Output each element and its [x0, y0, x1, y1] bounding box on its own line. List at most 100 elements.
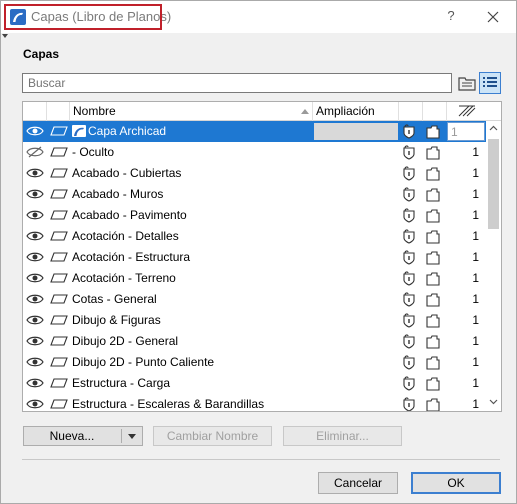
ok-button[interactable]: OK [411, 472, 501, 494]
folder-icon[interactable] [425, 352, 445, 373]
folder-icon[interactable] [425, 247, 445, 268]
table-row[interactable]: Estructura - Escaleras & Barandillas 1 [23, 394, 486, 411]
scroll-thumb[interactable] [488, 139, 499, 229]
pen-number[interactable]: 1 [447, 268, 485, 289]
unlock-icon[interactable] [50, 289, 70, 310]
eye-icon[interactable] [26, 289, 46, 310]
table-row[interactable]: Dibujo 2D - Punto Caliente 1 [23, 352, 486, 373]
ampliacion-cell[interactable] [314, 289, 398, 310]
shield-icon[interactable] [401, 310, 421, 331]
unlock-icon[interactable] [50, 205, 70, 226]
shield-icon[interactable] [401, 373, 421, 394]
eye-icon[interactable] [26, 352, 46, 373]
shield-icon[interactable] [401, 247, 421, 268]
pen-number[interactable]: 1 [447, 226, 485, 247]
delete-button[interactable]: Eliminar... [283, 426, 402, 446]
ampliacion-cell[interactable] [314, 247, 398, 268]
folder-icon[interactable] [425, 184, 445, 205]
ampliacion-cell[interactable] [314, 205, 398, 226]
pen-number[interactable]: 1 [447, 289, 485, 310]
unlock-icon[interactable] [50, 163, 70, 184]
shield-icon[interactable] [401, 226, 421, 247]
pen-number[interactable]: 1 [447, 394, 485, 411]
folder-icon[interactable] [425, 310, 445, 331]
unlock-icon[interactable] [50, 121, 70, 142]
folder-icon[interactable] [425, 121, 445, 142]
cancel-button[interactable]: Cancelar [318, 472, 398, 494]
eye-icon[interactable] [26, 310, 46, 331]
pen-number[interactable]: 1 [447, 184, 485, 205]
folder-icon[interactable] [425, 142, 445, 163]
table-row[interactable]: - Oculto 1 [23, 142, 486, 163]
table-row[interactable]: Dibujo & Figuras 1 [23, 310, 486, 331]
unlock-icon[interactable] [50, 352, 70, 373]
folder-icon[interactable] [425, 373, 445, 394]
ampliacion-cell[interactable] [314, 352, 398, 373]
table-row[interactable]: Acotación - Terreno 1 [23, 268, 486, 289]
ampliacion-cell[interactable] [314, 142, 398, 163]
header-name[interactable]: Nombre [70, 102, 313, 121]
shield-icon[interactable] [401, 121, 421, 142]
header-ampliacion[interactable]: Ampliación [313, 102, 399, 121]
unlock-icon[interactable] [50, 184, 70, 205]
folder-icon[interactable] [425, 331, 445, 352]
header-hatch[interactable] [447, 102, 487, 121]
ampliacion-cell[interactable] [314, 373, 398, 394]
unlock-icon[interactable] [50, 373, 70, 394]
table-row[interactable]: Acabado - Cubiertas 1 [23, 163, 486, 184]
scroll-down-icon[interactable] [489, 397, 498, 406]
unlock-icon[interactable] [50, 268, 70, 289]
pen-number[interactable]: 1 [447, 331, 485, 352]
eye-icon[interactable] [26, 247, 46, 268]
eye-icon[interactable] [26, 373, 46, 394]
table-row[interactable]: Estructura - Carga 1 [23, 373, 486, 394]
ampliacion-cell[interactable] [314, 163, 398, 184]
folder-view-icon[interactable] [457, 73, 477, 93]
table-row[interactable]: Acabado - Muros 1 [23, 184, 486, 205]
ampliacion-cell[interactable] [314, 394, 398, 411]
eye-icon[interactable] [26, 121, 46, 142]
vertical-scrollbar[interactable] [486, 121, 501, 411]
table-row[interactable]: Acabado - Pavimento 1 [23, 205, 486, 226]
pen-number[interactable]: 1 [447, 247, 485, 268]
table-row[interactable]: Acotación - Estructura 1 [23, 247, 486, 268]
chevron-down-icon[interactable] [128, 434, 136, 439]
collapse-triangle-icon[interactable] [2, 34, 8, 38]
folder-icon[interactable] [425, 394, 445, 411]
unlock-icon[interactable] [50, 247, 70, 268]
pen-number[interactable]: 1 [447, 163, 485, 184]
eye-icon[interactable] [26, 163, 46, 184]
shield-icon[interactable] [401, 331, 421, 352]
eye-icon[interactable] [26, 331, 46, 352]
unlock-icon[interactable] [50, 142, 70, 163]
table-row[interactable]: Cotas - General 1 [23, 289, 486, 310]
eye-icon[interactable] [26, 394, 46, 411]
ampliacion-cell[interactable] [314, 123, 398, 140]
pen-number[interactable]: 1 [447, 122, 485, 141]
ampliacion-cell[interactable] [314, 184, 398, 205]
shield-icon[interactable] [401, 163, 421, 184]
folder-icon[interactable] [425, 205, 445, 226]
pen-number[interactable]: 1 [447, 310, 485, 331]
pen-number[interactable]: 1 [447, 352, 485, 373]
rename-button[interactable]: Cambiar Nombre [153, 426, 272, 446]
eye-icon[interactable] [26, 184, 46, 205]
eye-icon[interactable] [26, 226, 46, 247]
help-button[interactable]: ? [441, 6, 461, 26]
folder-icon[interactable] [425, 163, 445, 184]
ampliacion-cell[interactable] [314, 226, 398, 247]
scroll-up-icon[interactable] [489, 124, 498, 133]
ampliacion-cell[interactable] [314, 310, 398, 331]
header-lock[interactable] [47, 102, 70, 121]
shield-icon[interactable] [401, 268, 421, 289]
new-layer-button[interactable]: Nueva... [23, 426, 143, 446]
shield-icon[interactable] [401, 394, 421, 411]
shield-icon[interactable] [401, 289, 421, 310]
unlock-icon[interactable] [50, 331, 70, 352]
pen-number[interactable]: 1 [447, 142, 485, 163]
unlock-icon[interactable] [50, 394, 70, 411]
folder-icon[interactable] [425, 268, 445, 289]
eye-icon[interactable] [26, 268, 46, 289]
ampliacion-cell[interactable] [314, 331, 398, 352]
header-shield[interactable] [399, 102, 423, 121]
